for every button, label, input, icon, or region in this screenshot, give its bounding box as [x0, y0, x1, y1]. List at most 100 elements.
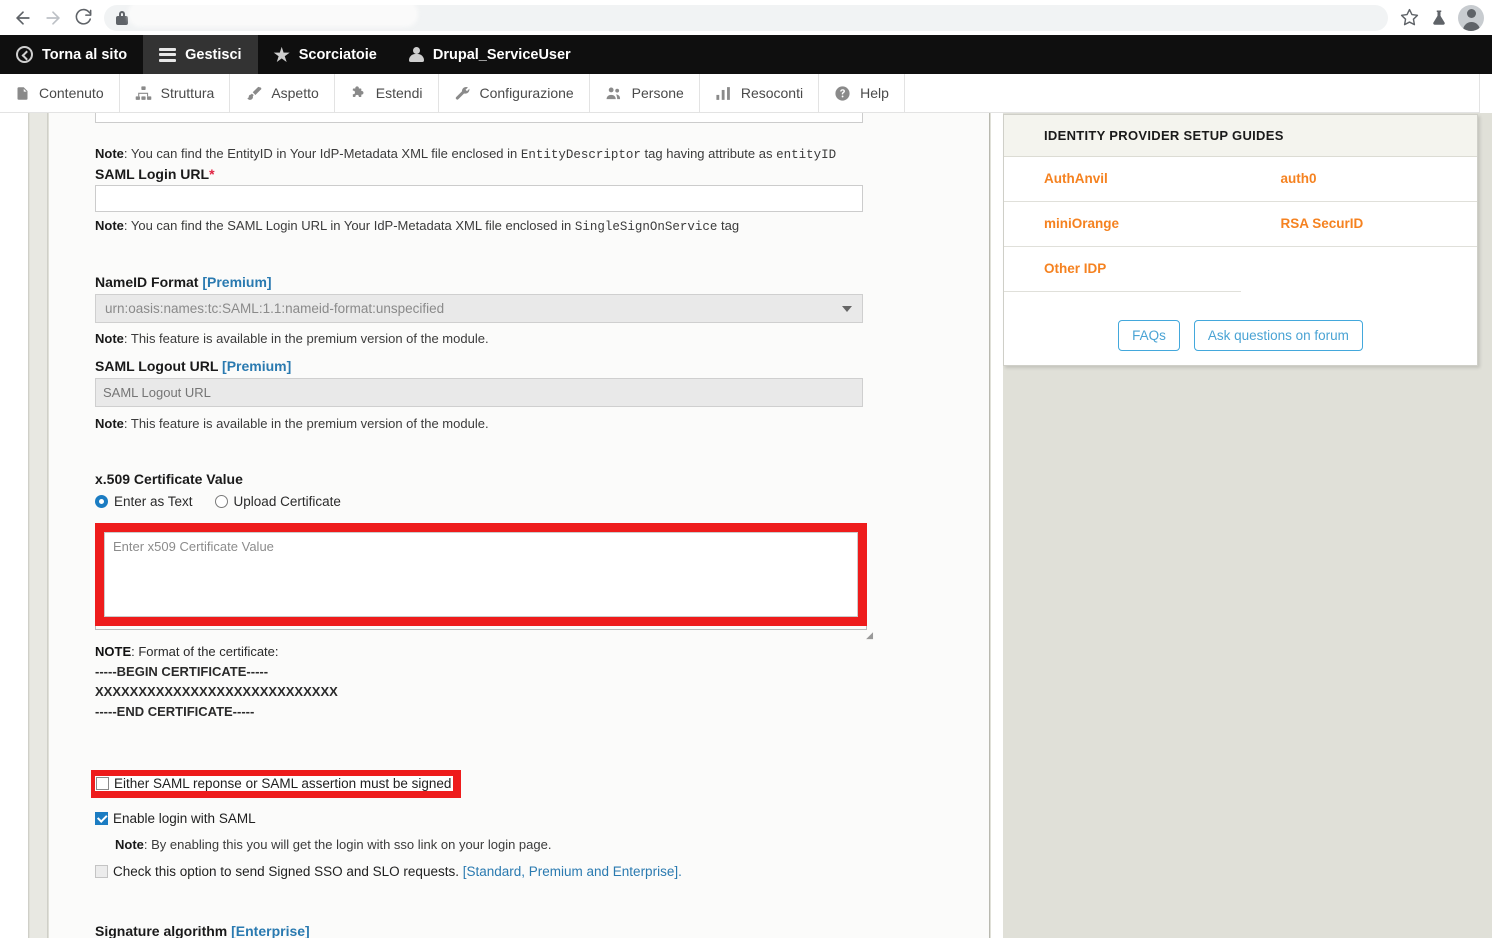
- cert-body-line: XXXXXXXXXXXXXXXXXXXXXXXXXXXX: [95, 684, 338, 699]
- url-redaction: [128, 4, 418, 27]
- signed-assertion-label: Either SAML reponse or SAML assertion mu…: [114, 776, 452, 791]
- submenu-item-contenuto[interactable]: Contenuto: [0, 74, 120, 112]
- x509-input-mode-group: Enter as Text Upload Certificate: [95, 494, 363, 509]
- submenu-label: Aspetto: [271, 85, 319, 101]
- avatar-icon: [1458, 4, 1484, 31]
- idp-setup-guides-panel: IDENTITY PROVIDER SETUP GUIDES AuthAnvil…: [1003, 114, 1478, 366]
- submenu-item-resoconti[interactable]: Resoconti: [700, 74, 820, 112]
- toolbar-manage-label: Gestisci: [185, 46, 242, 63]
- signed-assertion-row[interactable]: Either SAML reponse or SAML assertion mu…: [95, 776, 454, 791]
- submenu-spacer: [905, 74, 1480, 112]
- toolbar-item-manage[interactable]: Gestisci: [143, 35, 258, 74]
- signed-assertion-checkbox[interactable]: [96, 777, 109, 790]
- content-gutter: [991, 113, 1003, 938]
- people-icon: [605, 85, 623, 102]
- radio-enter-as-text[interactable]: [95, 495, 108, 508]
- resize-handle-icon[interactable]: ◢: [866, 630, 873, 641]
- signature-algorithm-label: Signature algorithm [Enterprise]: [95, 923, 310, 938]
- main-content-column: Note: You can find the EntityID in Your …: [49, 113, 990, 938]
- submenu-label: Struttura: [160, 85, 215, 101]
- table-cell: Other IDP: [1004, 246, 1241, 292]
- flask-icon[interactable]: [1424, 3, 1454, 33]
- submenu-item-configurazione[interactable]: Configurazione: [439, 74, 590, 112]
- reload-icon[interactable]: [68, 3, 98, 33]
- faqs-button[interactable]: FAQs: [1118, 320, 1180, 351]
- table-cell-empty: [1241, 247, 1478, 292]
- cert-begin-line: -----BEGIN CERTIFICATE-----: [95, 664, 269, 679]
- toolbar-shortcuts-label: Scorciatoie: [298, 46, 377, 63]
- toolbar-user-label: Drupal_ServiceUser: [432, 46, 571, 63]
- submenu-item-persone[interactable]: Persone: [590, 74, 700, 112]
- idp-link-other-idp[interactable]: Other IDP: [1044, 261, 1106, 276]
- enable-login-label: Enable login with SAML: [113, 811, 256, 826]
- toolbar-item-shortcuts[interactable]: ★ Scorciatoie: [258, 35, 393, 74]
- idp-link-miniorange[interactable]: miniOrange: [1044, 216, 1119, 231]
- submenu-label: Help: [860, 85, 889, 101]
- nameid-format-note: Note: This feature is available in the p…: [95, 331, 489, 346]
- certificate-format-note: NOTE: Format of the certificate: -----BE…: [95, 642, 338, 722]
- saml-settings-form: Note: You can find the EntityID in Your …: [49, 113, 989, 938]
- table-cell: RSA SecurID: [1240, 201, 1477, 247]
- idp-link-rsa-securid[interactable]: RSA SecurID: [1281, 216, 1364, 231]
- x509-textarea-underline: ◢: [95, 626, 873, 640]
- address-bar[interactable]: [104, 4, 1388, 31]
- nameid-format-label: NameID Format [Premium]: [95, 274, 272, 290]
- table-cell: miniOrange: [1004, 201, 1241, 247]
- nameid-format-select[interactable]: urn:oasis:names:tc:SAML:1.1:nameid-forma…: [95, 294, 863, 323]
- radio-upload-certificate-label: Upload Certificate: [233, 494, 341, 509]
- table-row: Other IDP: [1004, 246, 1478, 292]
- radio-enter-as-text-label: Enter as Text: [114, 494, 193, 509]
- x509-certificate-label: x.509 Certificate Value: [95, 471, 243, 487]
- saml-login-url-label: SAML Login URL*: [95, 166, 215, 182]
- enable-login-note: Note: By enabling this you will get the …: [115, 837, 552, 852]
- table-cell: auth0: [1240, 157, 1477, 202]
- signed-sso-editions-link[interactable]: [Standard, Premium and Enterprise].: [463, 864, 682, 879]
- toolbar-item-user[interactable]: Drupal_ServiceUser: [393, 35, 587, 74]
- entityid-input-cutoff[interactable]: [95, 113, 863, 123]
- enable-login-row[interactable]: Enable login with SAML: [95, 811, 256, 826]
- saml-logout-url-input[interactable]: [95, 378, 863, 407]
- saml-logout-url-label: SAML Logout URL [Premium]: [95, 358, 292, 374]
- idp-link-auth0[interactable]: auth0: [1281, 171, 1317, 186]
- forward-arrow-icon[interactable]: [38, 3, 68, 33]
- browser-chrome: [0, 0, 1492, 35]
- person-icon: [408, 46, 424, 63]
- submenu-item-struttura[interactable]: Struttura: [120, 74, 231, 112]
- idp-links-table: AuthAnvil auth0 miniOrange RSA SecurID O…: [1004, 157, 1477, 292]
- chevron-down-icon: [842, 305, 852, 312]
- document-icon: [15, 85, 30, 102]
- cert-note-line: NOTE: Format of the certificate:: [95, 644, 279, 659]
- signed-assertion-highlight: Either SAML reponse or SAML assertion mu…: [91, 770, 462, 798]
- toolbar-item-back-to-site[interactable]: Torna al sito: [0, 35, 143, 74]
- saml-login-url-input[interactable]: [95, 185, 863, 212]
- ask-questions-forum-button[interactable]: Ask questions on forum: [1193, 320, 1363, 351]
- bar-chart-icon: [715, 85, 732, 102]
- signed-sso-checkbox[interactable]: [95, 865, 108, 878]
- x509-certificate-textarea[interactable]: [104, 532, 858, 617]
- submenu-item-aspetto[interactable]: Aspetto: [230, 74, 335, 112]
- panel-title: IDENTITY PROVIDER SETUP GUIDES: [1004, 115, 1477, 157]
- paintbrush-icon: [245, 85, 262, 102]
- submenu-item-help[interactable]: Help: [819, 74, 905, 112]
- saml-logout-url-note: Note: This feature is available in the p…: [95, 416, 489, 431]
- table-row: miniOrange RSA SecurID: [1004, 201, 1477, 247]
- panel-actions: FAQs Ask questions on forum: [1004, 320, 1477, 351]
- cert-end-line: -----END CERTIFICATE-----: [95, 704, 255, 719]
- lock-icon: [116, 10, 128, 25]
- nameid-format-value: urn:oasis:names:tc:SAML:1.1:nameid-forma…: [105, 301, 445, 316]
- star-icon: ★: [273, 44, 290, 65]
- avatar[interactable]: [1454, 4, 1484, 31]
- enable-login-checkbox[interactable]: [95, 812, 108, 825]
- idp-link-authanvil[interactable]: AuthAnvil: [1044, 171, 1108, 186]
- sitemap-icon: [135, 85, 152, 102]
- toolbar-back-to-site-label: Torna al sito: [42, 46, 128, 63]
- hamburger-icon: [159, 47, 177, 62]
- star-icon[interactable]: [1394, 3, 1424, 33]
- x509-textarea-highlight: ◢: [95, 523, 873, 640]
- radio-upload-certificate[interactable]: [214, 495, 228, 508]
- signed-sso-row[interactable]: Check this option to send Signed SSO and…: [95, 864, 682, 879]
- submenu-item-estendi[interactable]: Estendi: [335, 74, 439, 112]
- puzzle-icon: [350, 85, 367, 102]
- back-arrow-icon[interactable]: [8, 3, 38, 33]
- submenu-label: Configurazione: [479, 85, 574, 101]
